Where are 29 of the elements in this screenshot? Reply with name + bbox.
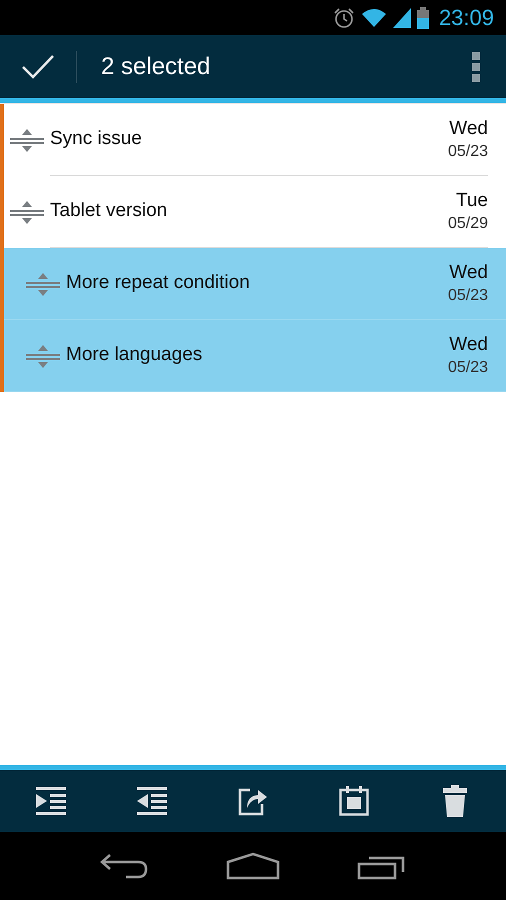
task-day: Wed bbox=[449, 116, 488, 140]
battery-icon bbox=[416, 6, 429, 28]
task-row[interactable]: More repeat condition Wed 05/23 bbox=[4, 248, 506, 320]
task-date: 05/23 bbox=[448, 142, 488, 162]
calendar-icon bbox=[339, 786, 370, 816]
outdent-icon bbox=[136, 787, 167, 815]
task-day: Wed bbox=[449, 260, 488, 284]
wifi-icon bbox=[360, 8, 387, 28]
trash-icon bbox=[443, 785, 468, 817]
task-date: 05/23 bbox=[448, 286, 488, 306]
selection-count: 2 selected bbox=[100, 52, 212, 82]
home-icon bbox=[226, 852, 280, 880]
back-arrow-icon bbox=[100, 853, 148, 879]
more-icon bbox=[472, 52, 480, 82]
indent-icon bbox=[36, 787, 66, 815]
task-date: 05/29 bbox=[448, 214, 488, 234]
task-title: Sync issue bbox=[50, 127, 143, 152]
task-date: 05/23 bbox=[448, 358, 488, 378]
task-row[interactable]: More languages Wed 05/23 bbox=[4, 320, 506, 392]
task-day: Tue bbox=[456, 188, 488, 212]
alarm-icon bbox=[332, 6, 355, 28]
checkmark-icon bbox=[21, 54, 55, 80]
task-day: Wed bbox=[449, 332, 488, 356]
task-title: More languages bbox=[66, 343, 204, 368]
task-title: More repeat condition bbox=[66, 271, 251, 296]
signal-icon bbox=[392, 8, 411, 28]
share-arrow-icon bbox=[238, 786, 268, 816]
task-title: Tablet version bbox=[50, 199, 168, 224]
clock-time: 23:09 bbox=[438, 4, 494, 32]
